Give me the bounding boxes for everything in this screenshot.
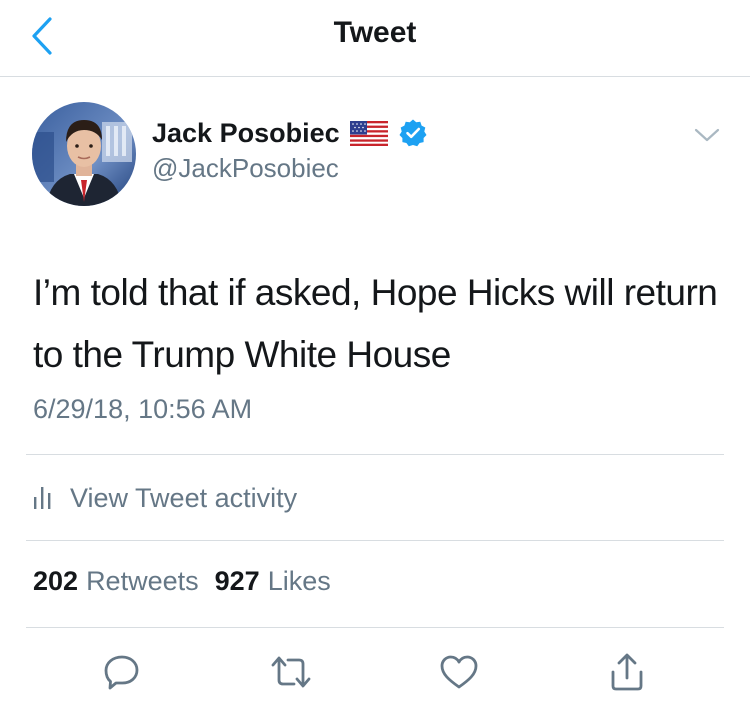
divider	[26, 454, 724, 455]
retweets-label: Retweets	[86, 566, 199, 596]
chevron-down-icon	[694, 128, 720, 142]
share-button[interactable]	[601, 646, 653, 698]
author-name-row[interactable]: Jack Posobiec	[152, 115, 428, 151]
tweet-stats: 202 Retweets 927 Likes	[33, 566, 331, 602]
like-button[interactable]	[433, 646, 485, 698]
view-tweet-activity-label: View Tweet activity	[70, 482, 298, 513]
author-handle[interactable]: @JackPosobiec	[152, 153, 339, 184]
retweets-count: 202	[33, 566, 79, 596]
retweet-button[interactable]	[265, 646, 317, 698]
author-name: Jack Posobiec	[152, 117, 340, 148]
retweet-icon	[271, 656, 311, 688]
avatar-image	[32, 102, 136, 206]
more-options-button[interactable]	[690, 120, 724, 150]
retweets-stat[interactable]: 202 Retweets	[33, 566, 199, 597]
likes-stat[interactable]: 927 Likes	[215, 566, 331, 597]
view-tweet-activity-button[interactable]: View Tweet activity	[32, 478, 297, 518]
reply-button[interactable]	[96, 646, 148, 698]
likes-label: Likes	[267, 566, 331, 596]
tweet-text: I’m told that if asked, Hope Hicks will …	[33, 272, 718, 375]
bar-chart-icon	[34, 487, 51, 509]
action-bar	[0, 646, 750, 702]
likes-count: 927	[214, 566, 260, 596]
share-icon	[611, 653, 643, 691]
page-title: Tweet	[333, 16, 417, 49]
tweet-timestamp: 6/29/18, 10:56 AM	[33, 394, 253, 424]
tweet-detail-screen: Tweet Jack Posobiec @JackPosobiec I’m to…	[0, 0, 750, 706]
avatar[interactable]	[32, 102, 136, 206]
divider	[26, 540, 724, 541]
reply-icon	[104, 655, 139, 690]
like-icon	[440, 655, 478, 689]
us-flag-icon	[349, 120, 388, 146]
verified-badge-icon	[399, 119, 427, 147]
nav-bar: Tweet	[0, 0, 750, 77]
divider	[26, 627, 724, 628]
